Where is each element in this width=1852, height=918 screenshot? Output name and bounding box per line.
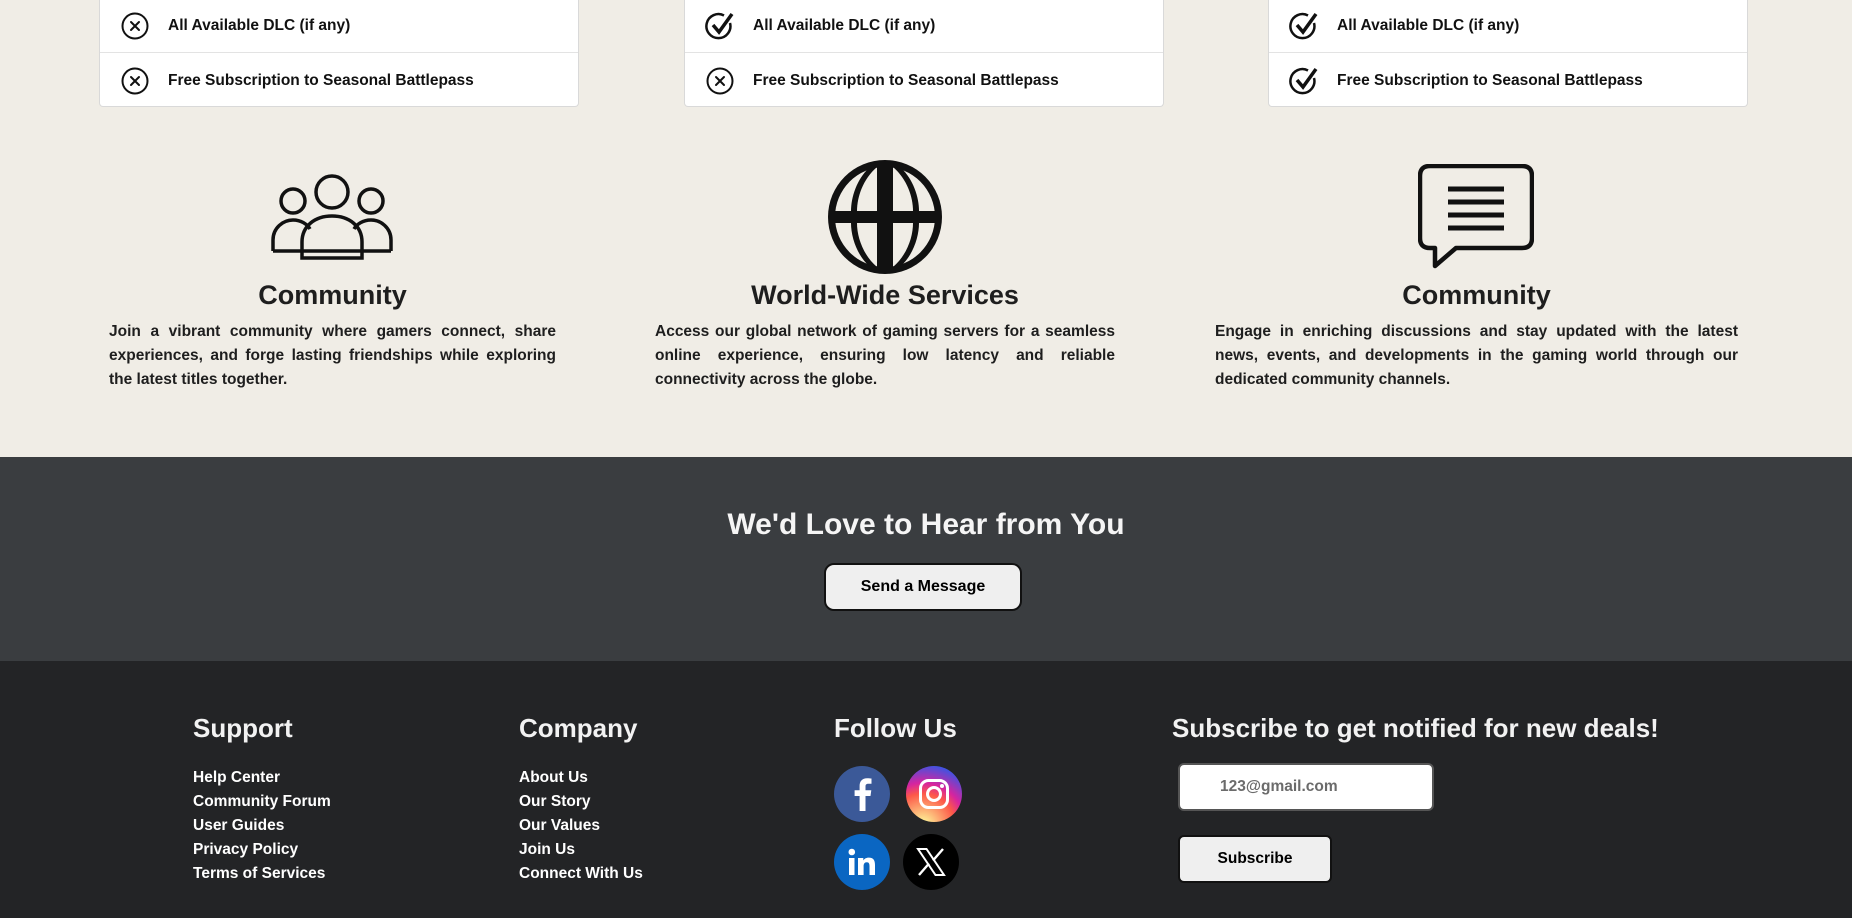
footer-follow-column: Follow Us <box>834 713 957 766</box>
instagram-icon[interactable] <box>906 766 962 822</box>
feature-row: All Available DLC (if any) <box>100 0 578 53</box>
x-circle-icon <box>120 66 150 96</box>
footer-link-our-values[interactable]: Our Values <box>519 814 643 838</box>
feature-row-label: All Available DLC (if any) <box>753 17 936 34</box>
check-circle-icon <box>705 11 735 41</box>
footer-link-community-forum[interactable]: Community Forum <box>193 790 331 814</box>
chat-bubble-icon <box>1417 163 1535 275</box>
pricing-card-standard: All Available DLC (if any) Free Subscrip… <box>684 0 1164 107</box>
feature-description: Join a vibrant community where gamers co… <box>109 323 556 388</box>
feature-row: Free Subscription to Seasonal Battlepass <box>100 54 578 107</box>
feature-row-label: Free Subscription to Seasonal Battlepass <box>1337 71 1643 89</box>
people-icon <box>271 174 393 265</box>
feature-title: Community <box>1402 280 1551 310</box>
email-input[interactable] <box>1178 763 1434 811</box>
x-icon[interactable] <box>903 834 959 890</box>
check-circle-icon <box>1289 66 1319 96</box>
site-footer: Support Help Center Community Forum User… <box>0 661 1852 918</box>
footer-link-our-story[interactable]: Our Story <box>519 790 643 814</box>
footer-link-about-us[interactable]: About Us <box>519 766 643 790</box>
x-circle-icon <box>705 66 735 96</box>
footer-company-column: Company About Us Our Story Our Values Jo… <box>519 713 643 886</box>
pricing-card-premium: All Available DLC (if any) Free Subscrip… <box>1268 0 1748 107</box>
footer-follow-heading: Follow Us <box>834 713 957 743</box>
footer-support-column: Support Help Center Community Forum User… <box>193 713 331 886</box>
footer-link-join-us[interactable]: Join Us <box>519 838 643 862</box>
feature-row-label: Free Subscription to Seasonal Battlepass <box>168 71 474 89</box>
footer-link-connect-with-us[interactable]: Connect With Us <box>519 862 643 886</box>
pricing-card-basic: All Available DLC (if any) Free Subscrip… <box>99 0 579 107</box>
feature-row-label: All Available DLC (if any) <box>168 17 351 34</box>
footer-link-help-center[interactable]: Help Center <box>193 766 331 790</box>
facebook-icon[interactable] <box>834 766 890 822</box>
footer-company-heading: Company <box>519 713 638 743</box>
footer-support-heading: Support <box>193 713 293 743</box>
globe-icon <box>827 159 943 280</box>
x-circle-icon <box>120 11 150 41</box>
feature-title: World-Wide Services <box>751 280 1019 310</box>
footer-subscribe-column: Subscribe to get notified for new deals! <box>1172 713 1659 766</box>
footer-link-privacy-policy[interactable]: Privacy Policy <box>193 838 331 862</box>
footer-subscribe-heading: Subscribe to get notified for new deals! <box>1172 713 1659 743</box>
contact-section: We'd Love to Hear from You Send a Messag… <box>0 457 1852 661</box>
feature-row: Free Subscription to Seasonal Battlepass <box>685 54 1163 107</box>
feature-title: Community <box>258 280 407 310</box>
feature-description: Engage in enriching discussions and stay… <box>1215 323 1738 388</box>
check-circle-icon <box>1289 11 1319 41</box>
feature-description: Access our global network of gaming serv… <box>655 323 1115 388</box>
feature-row: All Available DLC (if any) <box>685 0 1163 53</box>
subscribe-button[interactable]: Subscribe <box>1178 835 1332 883</box>
footer-link-terms-of-services[interactable]: Terms of Services <box>193 862 331 886</box>
send-message-button[interactable]: Send a Message <box>824 563 1022 611</box>
feature-row: Free Subscription to Seasonal Battlepass <box>1269 54 1747 107</box>
feature-row-label: Free Subscription to Seasonal Battlepass <box>753 71 1059 89</box>
feature-row: All Available DLC (if any) <box>1269 0 1747 53</box>
contact-heading: We'd Love to Hear from You <box>727 508 1125 541</box>
linkedin-icon[interactable] <box>834 834 890 890</box>
footer-link-user-guides[interactable]: User Guides <box>193 814 331 838</box>
feature-row-label: All Available DLC (if any) <box>1337 17 1520 34</box>
